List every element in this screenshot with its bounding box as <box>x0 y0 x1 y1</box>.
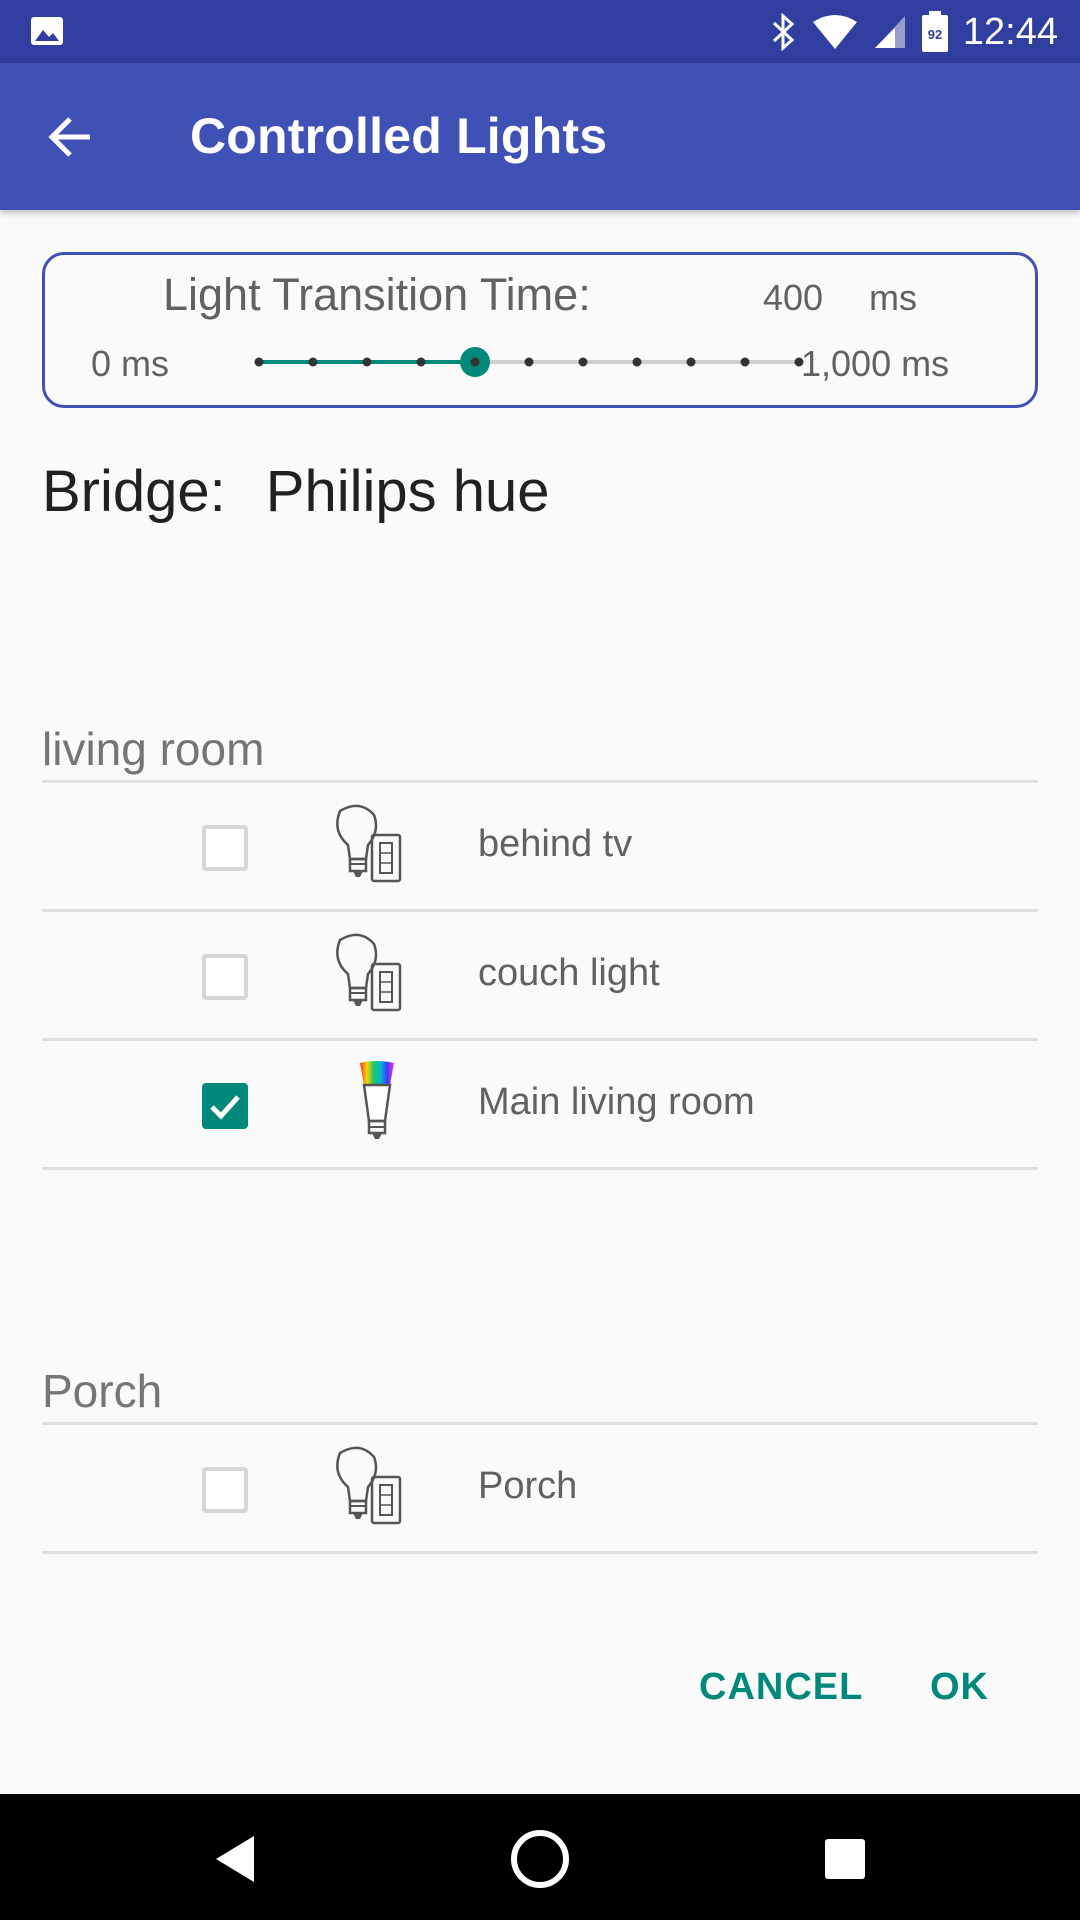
status-icons: 92 12:44 <box>771 8 1058 56</box>
bluetooth-icon <box>772 13 795 51</box>
image-notification-icon <box>31 17 63 45</box>
slider-tick <box>740 357 750 367</box>
back-nav-icon[interactable] <box>200 1824 270 1894</box>
white-bulb-with-switch-icon <box>336 1446 402 1525</box>
white-bulb-with-switch-icon <box>336 933 402 1012</box>
light-checkbox[interactable] <box>202 954 248 1000</box>
slider-tick <box>632 357 642 367</box>
recents-nav-icon[interactable] <box>810 1824 880 1894</box>
back-button[interactable] <box>42 109 98 165</box>
bridge-name: Philips hue <box>265 459 550 524</box>
slider-tick <box>524 357 534 367</box>
checkmark-icon <box>210 1095 240 1120</box>
dialog-actions: CANCEL OK <box>0 1666 1080 1726</box>
light-checkbox[interactable] <box>202 1467 248 1513</box>
slider-tick <box>686 357 696 367</box>
transition-time-unit: ms <box>869 277 917 318</box>
navigation-bar <box>0 1794 1080 1920</box>
light-row-behind-tv[interactable]: behind tv <box>42 783 1038 912</box>
white-bulb-with-switch-icon <box>336 804 402 883</box>
slider-min-label: 0 ms <box>91 343 170 384</box>
cancel-button[interactable]: CANCEL <box>699 1666 863 1709</box>
clock: 12:44 <box>962 10 1058 53</box>
slider-tick <box>416 357 426 367</box>
battery-icon: 92 <box>921 11 948 52</box>
transition-time-value: 400 <box>763 277 824 318</box>
ok-button[interactable]: OK <box>930 1666 989 1709</box>
slider-tick <box>578 357 588 367</box>
slider-tick <box>362 357 372 367</box>
light-label: Main living room <box>478 1081 755 1123</box>
light-checkbox[interactable] <box>202 1083 248 1129</box>
app-bar: Controlled Lights <box>0 63 1080 210</box>
wifi-icon <box>812 15 857 49</box>
home-nav-icon[interactable] <box>505 1824 575 1894</box>
slider-thumb-dot <box>470 357 480 367</box>
color-bulb-icon <box>360 1061 394 1139</box>
bridge-heading: Bridge: Philips hue <box>42 458 550 525</box>
svg-text:92: 92 <box>928 27 942 42</box>
light-label: Porch <box>478 1465 578 1507</box>
slider-tick <box>254 357 264 367</box>
back-arrow-icon <box>48 117 90 157</box>
status-bar: 92 12:44 <box>0 0 1080 63</box>
transition-time-slider[interactable] <box>249 337 809 387</box>
slider-max-label: 1,000 ms <box>801 343 950 384</box>
group-header-porch: Porch <box>42 1364 1038 1425</box>
slider-tick <box>308 357 318 367</box>
light-row-porch[interactable]: Porch <box>42 1425 1038 1554</box>
group-header-living-room: living room <box>42 722 1038 783</box>
page-title: Controlled Lights <box>190 108 608 164</box>
light-checkbox[interactable] <box>202 825 248 871</box>
bridge-label: Bridge: <box>42 459 226 524</box>
cell-signal-icon <box>874 16 905 48</box>
transition-time-label: Light Transition Time: <box>163 269 591 320</box>
slider-tick <box>794 357 804 367</box>
light-row-main-living-room[interactable]: Main living room <box>42 1041 1038 1170</box>
light-label: couch light <box>478 952 660 994</box>
light-row-couch-light[interactable]: couch light <box>42 912 1038 1041</box>
transition-time-panel: Light Transition Time: 400 ms 0 ms 1,000… <box>42 252 1038 408</box>
light-label: behind tv <box>478 823 633 865</box>
